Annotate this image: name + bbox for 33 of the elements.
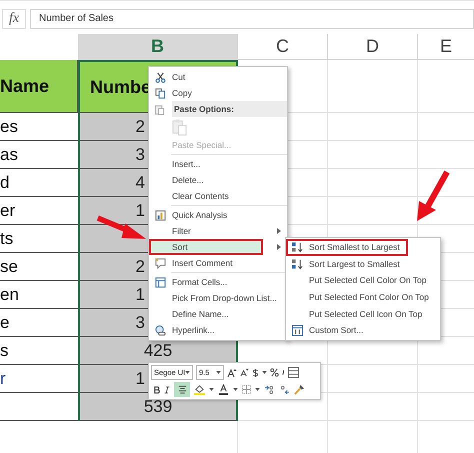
align-center-icon[interactable] [174, 382, 190, 397]
scissors-icon [155, 72, 166, 82]
column-header[interactable]: C [238, 34, 328, 60]
menu-item[interactable]: Sort Largest to Smallest [286, 256, 440, 272]
chart-icon [155, 210, 166, 220]
table-format-icon[interactable] [288, 365, 299, 380]
font-color-icon[interactable] [218, 382, 229, 397]
sort-descending-icon [291, 258, 304, 270]
comment-icon [155, 258, 166, 268]
copy-icon [155, 88, 166, 98]
sort-ascending-icon [291, 242, 304, 253]
function-button[interactable]: fx [2, 8, 26, 28]
menu-item[interactable]: Put Selected Cell Color On Top [286, 272, 440, 290]
arrow-annotation [414, 170, 450, 222]
menu-item[interactable]: Sort [149, 239, 263, 255]
paintbrush-icon[interactable] [294, 382, 305, 397]
formula-input[interactable]: Number of Sales [30, 8, 474, 28]
dropdown-icon [216, 371, 221, 374]
menu-item[interactable]: Filter [149, 223, 287, 239]
menu-item[interactable]: Put Selected Cell Icon On Top [286, 306, 440, 322]
clipboard-icon [154, 104, 165, 114]
menu-item[interactable]: Sort Smallest to Largest [286, 239, 408, 256]
menu-item[interactable]: Put Selected Font Color On Top [286, 289, 440, 306]
custom-sort-icon [292, 325, 303, 336]
globe-link-icon [155, 324, 166, 336]
column-header[interactable]: D [328, 34, 418, 60]
dropdown-icon [185, 371, 190, 374]
menu-item[interactable]: Custom Sort... [286, 322, 440, 340]
table-icon [155, 276, 166, 288]
header-cell: Name [0, 60, 78, 113]
column-header[interactable]: B [78, 34, 238, 60]
arrow-annotation [96, 214, 147, 242]
section-heading: Paste Options: [172, 101, 287, 117]
